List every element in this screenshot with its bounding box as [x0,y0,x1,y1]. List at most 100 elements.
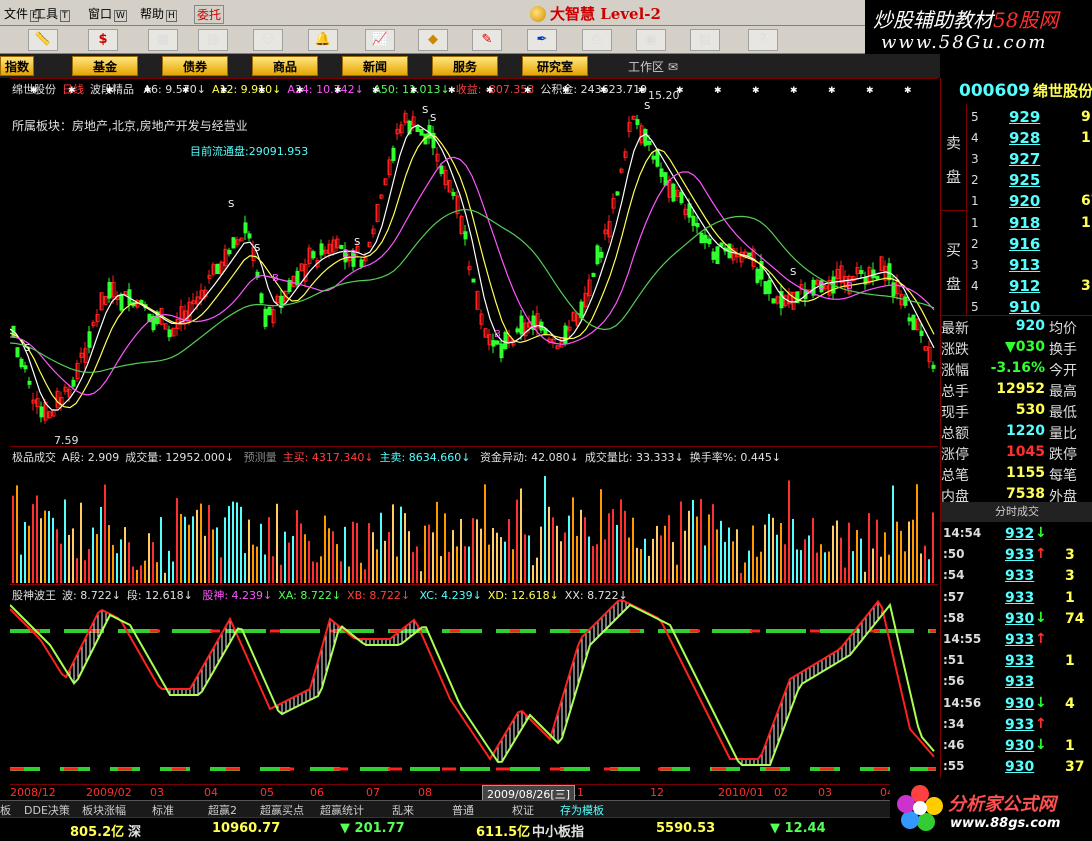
wave-chart[interactable] [10,585,938,785]
candlestick-icon[interactable]: ▦ [148,29,178,51]
tab-scroll-left[interactable]: 板 [0,802,11,818]
tick-row[interactable]: :57 933 1 [941,588,1092,609]
tick-row[interactable]: :34 933 ↑ [941,715,1092,736]
tick-price[interactable]: 930 [1005,696,1034,712]
marker-star-icon: ✱ [524,86,532,96]
sell-level-row[interactable]: 3 927 [969,148,1092,169]
volume-bar [144,560,146,583]
tab-sector-rise[interactable]: 板块涨幅 [82,802,126,818]
tick-row[interactable]: :54 933 3 [941,566,1092,587]
tab-save-template[interactable]: 存为模板 [560,802,604,818]
level-price[interactable]: 929 [1009,108,1040,126]
sell-level-row[interactable]: 1 920 67 [969,190,1092,211]
nav-commodity[interactable]: 商品 [252,56,318,76]
entrust-button[interactable]: 委托 [194,5,225,24]
tick-title[interactable]: 分时成交 [941,502,1092,522]
ruler-icon[interactable]: 📏 [28,29,58,51]
nav-index[interactable]: 指数 [0,56,34,76]
level-price[interactable]: 912 [1009,277,1040,295]
stat-key: 总手 [941,384,969,400]
chart-area[interactable]: 绵世股份 日线 波段精品 A6: 9.570↓ A12: 9.910↓ A24: 10.… [0,78,940,803]
buy-level-row[interactable]: 5 910 [969,296,1092,317]
menu-window[interactable]: 窗口 W [88,5,127,22]
volume-bar [272,556,274,583]
tick-row[interactable]: 14:55 933 ↑ [941,630,1092,651]
tick-price[interactable]: 933 [1005,717,1034,733]
menu-tools[interactable]: 工具 T [34,5,70,22]
kline-panel[interactable]: 绵世股份 日线 波段精品 A6: 9.570↓ A12: 9.910↓ A24: 10.… [10,78,938,447]
chart-up-icon[interactable]: 📈 [365,29,395,51]
tick-price[interactable]: 933 [1005,547,1034,563]
level-price[interactable]: 918 [1009,214,1040,232]
volume-bar [552,517,554,583]
pen-icon[interactable]: ✒ [527,29,557,51]
pencil-icon[interactable]: ✎ [472,29,502,51]
tick-time: :34 [943,716,965,731]
level-price[interactable]: 910 [1009,298,1040,316]
tick-price[interactable]: 933 [1005,590,1034,606]
nav-bond[interactable]: 债券 [162,56,228,76]
bars-icon[interactable]: ▥ [198,29,228,51]
sell-level-row[interactable]: 5 929 9 [969,106,1092,127]
tick-row[interactable]: :51 933 1 [941,651,1092,672]
tick-price[interactable]: 930 [1005,738,1034,754]
books-icon[interactable]: ▤ [690,29,720,51]
level-price[interactable]: 920 [1009,192,1040,210]
menu-help[interactable]: 帮助 H [140,5,177,22]
nav-news[interactable]: 新闻 [342,56,408,76]
tick-price[interactable]: 933 [1005,674,1034,690]
binoculars-icon[interactable]: ⚇ [253,29,283,51]
level-price[interactable]: 925 [1009,171,1040,189]
level-price[interactable]: 913 [1009,256,1040,274]
tick-price[interactable]: 933 [1005,568,1034,584]
tab-standard[interactable]: 标准 [152,802,174,818]
tick-row[interactable]: 14:54 932 ↓ [941,524,1092,545]
tick-price[interactable]: 932 [1005,526,1034,542]
tick-price[interactable]: 933 [1005,632,1034,648]
tick-row[interactable]: :50 933 ↑ 3 [941,545,1092,566]
level-price[interactable]: 916 [1009,235,1040,253]
sell-level-row[interactable]: 4 928 1 [969,127,1092,148]
signal-label: S [254,243,260,254]
level-price[interactable]: 928 [1009,129,1040,147]
tick-row[interactable]: :55 930 37 [941,757,1092,778]
workzone-button[interactable]: 工作区 ✉ [628,58,678,75]
tick-price[interactable]: 930 [1005,759,1034,775]
tab-chaoying2[interactable]: 超赢2 [208,802,237,818]
help-icon[interactable]: ? [748,29,778,51]
tab-normal[interactable]: 普通 [452,802,474,818]
tab-statistics[interactable]: 超赢统计 [320,802,364,818]
tick-price[interactable]: 930 [1005,611,1034,627]
tab-dde[interactable]: DDE决策 [24,802,70,818]
tick-row[interactable]: :56 933 [941,672,1092,693]
wave-panel[interactable]: 股神波王 波: 8.722↓ 段: 12.618↓ 股神: 4.239↓ XA: 8.… [10,584,938,784]
bell-icon[interactable]: 🔔 [308,29,338,51]
buy-level-row[interactable]: 4 912 3 [969,275,1092,296]
volume-panel[interactable]: 极品成交 A段: 2.909 成交量: 12952.000↓ 预测量 主买: 4317… [10,446,938,584]
kline-chart[interactable]: ✱ ✱ ✱ ✱ ✱ ✱ ✱ ✱ ✱ ✱ ✱ ✱ ✱ ✱ ✱ ✱ ✱ ✱ ✱ ✱ ✱ ✱ ✱ ✱SSSBB BSSSBSSB B [10,79,938,447]
dollar-icon[interactable]: $ [88,29,118,51]
buy-level-row[interactable]: 2 916 [969,233,1092,254]
tick-row[interactable]: 14:56 930 ↓ 4 [941,694,1092,715]
diamond-icon[interactable]: ◆ [418,29,448,51]
stock-title[interactable]: 000609 绵世股份 [941,80,1092,104]
volume-bar [700,498,702,583]
level-price[interactable]: 927 [1009,150,1040,168]
nav-fund[interactable]: 基金 [72,56,138,76]
tick-price[interactable]: 933 [1005,653,1034,669]
stat-key2: 最低 [1049,405,1077,421]
printer-icon[interactable]: ⎙ [582,29,612,51]
volume-chart[interactable] [10,447,938,585]
nav-research[interactable]: 研究室 [522,56,588,76]
sell-level-row[interactable]: 2 925 [969,169,1092,190]
window-icon[interactable]: ▣ [636,29,666,51]
tab-warrant[interactable]: 权证 [512,802,534,818]
tab-luanlai[interactable]: 乱来 [392,802,414,818]
buy-level-row[interactable]: 1 918 1 [969,212,1092,233]
nav-service[interactable]: 服务 [432,56,498,76]
volume-bar [728,527,730,583]
tick-row[interactable]: :58 930 ↓ 74 [941,609,1092,630]
buy-level-row[interactable]: 3 913 [969,254,1092,275]
tick-row[interactable]: :46 930 ↓ 1 [941,736,1092,757]
tab-buy-point[interactable]: 超赢买点 [260,802,304,818]
